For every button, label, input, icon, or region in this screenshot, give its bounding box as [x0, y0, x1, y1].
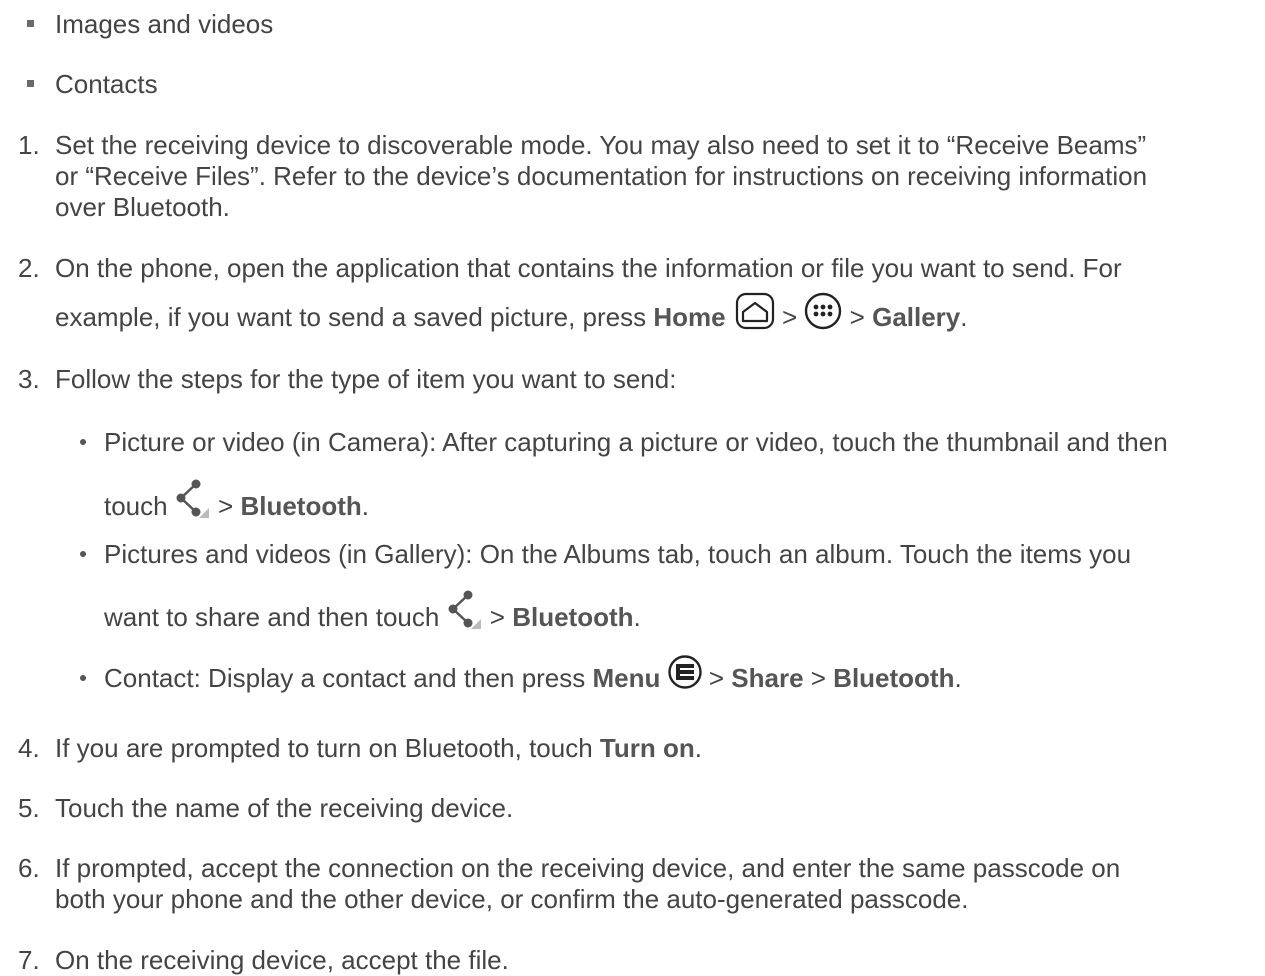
step-number: 7. [18, 945, 40, 975]
step-4-text: If you are prompted to turn on Bluetooth… [55, 733, 600, 763]
step-7-text: On the receiving device, accept the file… [55, 945, 509, 975]
menu-label: Menu [592, 663, 661, 693]
home-icon [735, 292, 774, 330]
sub-2-line: Pictures and videos (in Gallery): On the… [104, 539, 1132, 569]
step-number: 5. [18, 793, 40, 823]
step-2-line: On the phone, open the application that … [55, 253, 1122, 283]
bullet-item: Contacts [55, 69, 158, 99]
sub-bullet-marker [80, 439, 86, 445]
bullet-item: Images and videos [55, 9, 274, 39]
bullet-marker [27, 20, 34, 27]
step-number: 4. [18, 733, 40, 763]
step-4-line: If you are prompted to turn on Bluetooth… [55, 732, 702, 764]
step-6-line: both your phone and the other device, or… [55, 884, 969, 914]
sub-3-line: Contact: Display a contact and then pres… [104, 655, 962, 697]
step-1-line: or “Receive Files”. Refer to the device’… [55, 161, 1148, 191]
sub-1-line: Picture or video (in Camera): After capt… [104, 427, 1168, 457]
bullet-marker [27, 80, 34, 87]
step-1-line: Set the receiving device to discoverable… [55, 130, 1147, 160]
home-label: Home [653, 301, 726, 332]
sub-2-text: want to share and then touch [104, 601, 447, 632]
sub-3-text: Contact: Display a contact and then pres… [104, 663, 593, 693]
bluetooth-label: Bluetooth [833, 663, 955, 693]
step-2-text: example, if you want to send a saved pic… [55, 301, 654, 332]
period: . [694, 733, 702, 763]
period: . [960, 301, 968, 332]
separator: > [701, 663, 732, 693]
separator: > [774, 301, 805, 332]
step-number: 6. [18, 853, 40, 883]
separator: > [803, 663, 834, 693]
turn-on-label: Turn on [599, 733, 695, 763]
period: . [954, 663, 962, 693]
step-5-text: Touch the name of the receiving device. [55, 793, 514, 823]
step-2-line: example, if you want to send a saved pic… [55, 292, 968, 338]
bluetooth-label: Bluetooth [512, 601, 634, 632]
bluetooth-label: Bluetooth [240, 490, 362, 521]
step-6-line: If prompted, accept the connection on th… [55, 853, 1121, 883]
sub-1-text: touch [104, 490, 175, 521]
sub-bullet-marker [80, 675, 86, 681]
separator: > [482, 601, 513, 632]
menu-icon [667, 655, 702, 689]
step-number: 3. [18, 364, 40, 394]
share-icon [176, 479, 209, 518]
separator: > [210, 490, 241, 521]
step-1-line: over Bluetooth. [55, 192, 230, 222]
separator: > [842, 301, 873, 332]
step-3-text: Follow the steps for the type of item yo… [55, 364, 677, 394]
period: . [633, 601, 641, 632]
period: . [361, 490, 370, 521]
sub-1-line: touch > Bluetooth. [104, 479, 370, 530]
step-number: 2. [18, 253, 40, 283]
share-label: Share [731, 663, 804, 693]
sub-2-line: want to share and then touch > Bluetooth… [104, 590, 641, 641]
share-icon [448, 590, 481, 629]
gallery-label: Gallery [872, 301, 961, 332]
step-number: 1. [18, 130, 40, 160]
sub-bullet-marker [80, 551, 86, 557]
apps-icon [805, 292, 842, 330]
